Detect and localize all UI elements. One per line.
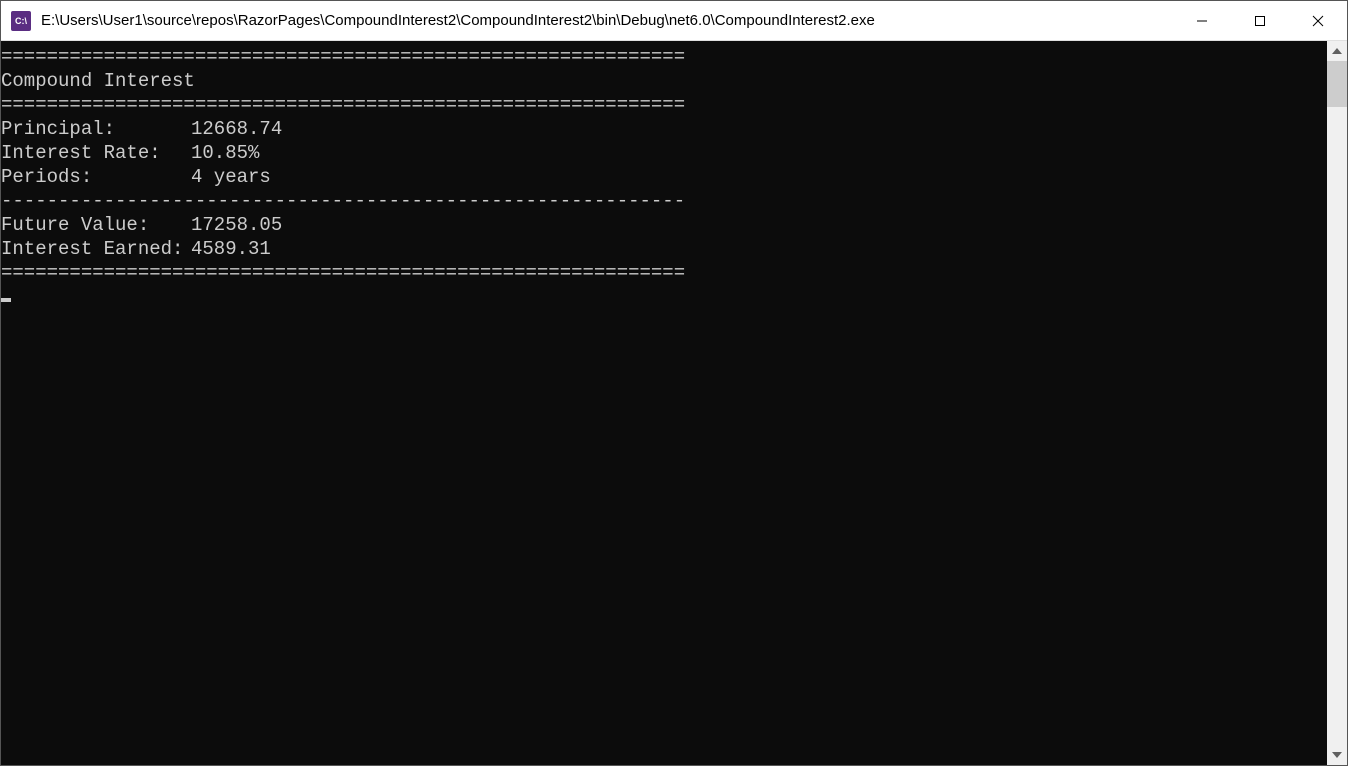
future-label: Future Value: (1, 213, 191, 237)
console-window: C:\ E:\Users\User1\source\repos\RazorPag… (0, 0, 1348, 766)
window-title: E:\Users\User1\source\repos\RazorPages\C… (41, 12, 1173, 29)
heading-text: Compound Interest (1, 70, 195, 92)
divider-line: ========================================… (1, 94, 685, 116)
future-value: 17258.05 (191, 213, 282, 237)
cursor (1, 298, 11, 302)
earned-value: 4589.31 (191, 237, 271, 261)
divider-line: ----------------------------------------… (1, 190, 685, 212)
earned-label: Interest Earned: (1, 237, 191, 261)
titlebar[interactable]: C:\ E:\Users\User1\source\repos\RazorPag… (1, 1, 1347, 41)
maximize-button[interactable] (1231, 1, 1289, 40)
principal-label: Principal: (1, 117, 191, 141)
principal-value: 12668.74 (191, 117, 282, 141)
console-area: ========================================… (1, 41, 1347, 765)
app-icon: C:\ (11, 11, 31, 31)
minimize-icon (1196, 15, 1208, 27)
scroll-thumb[interactable] (1327, 61, 1347, 107)
minimize-button[interactable] (1173, 1, 1231, 40)
close-button[interactable] (1289, 1, 1347, 40)
scroll-up-arrow-icon[interactable] (1327, 41, 1347, 61)
scroll-down-arrow-icon[interactable] (1327, 745, 1347, 765)
rate-label: Interest Rate: (1, 141, 191, 165)
rate-value: 10.85% (191, 141, 259, 165)
divider-line: ========================================… (1, 262, 685, 284)
vertical-scrollbar[interactable] (1327, 41, 1347, 765)
periods-label: Periods: (1, 165, 191, 189)
close-icon (1312, 15, 1324, 27)
console-output[interactable]: ========================================… (1, 41, 1327, 765)
divider-line: ========================================… (1, 46, 685, 68)
scroll-track[interactable] (1327, 61, 1347, 745)
window-controls (1173, 1, 1347, 40)
maximize-icon (1254, 15, 1266, 27)
periods-value: 4 years (191, 165, 271, 189)
